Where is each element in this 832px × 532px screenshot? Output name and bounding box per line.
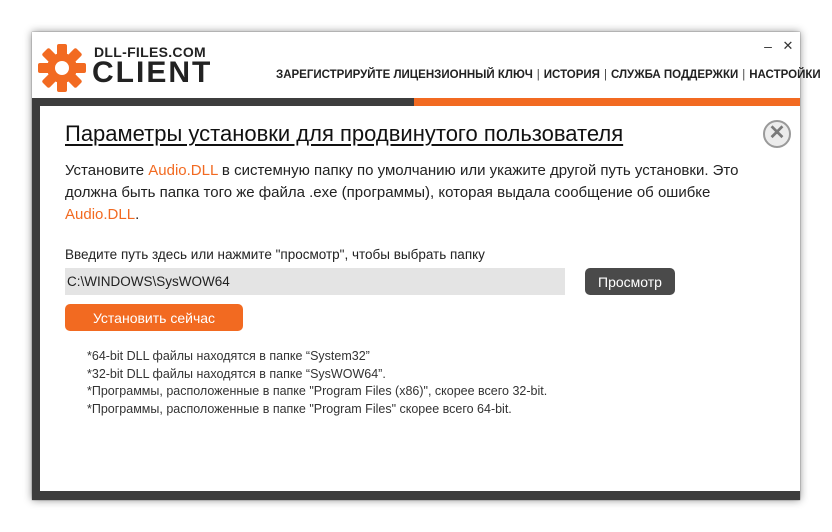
brand-title: CLIENT (92, 56, 213, 89)
install-notes: *64-bit DLL файлы находятся в папке “Sys… (87, 348, 547, 418)
path-label: Введите путь здесь или нажмите "просмотр… (65, 247, 485, 262)
nav-separator: | (742, 69, 746, 81)
dll-name-highlight: Audio.DLL (65, 206, 136, 223)
note-item: *Программы, расположенные в папке "Progr… (87, 401, 512, 416)
install-path-input[interactable] (65, 268, 565, 295)
dialog-close-button[interactable]: ✕ (763, 120, 791, 148)
browse-button[interactable]: Просмотр (585, 268, 675, 295)
nav-support[interactable]: СЛУЖБА ПОДДЕРЖКИ (611, 69, 738, 81)
nav-settings[interactable]: НАСТРОЙКИ (749, 69, 820, 81)
install-now-button[interactable]: Установить сейчас (65, 304, 243, 331)
nav-separator: | (603, 69, 607, 81)
advanced-install-dialog: ✕ Параметры установки для продвинутого п… (40, 106, 800, 491)
top-nav: ЗАРЕГИСТРИРУЙТЕ ЛИЦЕНЗИОННЫЙ КЛЮЧ | ИСТОРИ… (276, 69, 821, 81)
gear-logo-icon (38, 44, 86, 92)
description-text: . (135, 206, 140, 223)
nav-separator: | (536, 69, 540, 81)
nav-history[interactable]: ИСТОРИЯ (544, 69, 600, 81)
minimize-button[interactable]: – (760, 38, 776, 54)
description-text: Установите (65, 162, 149, 179)
note-item: *Программы, расположенные в папке "Progr… (87, 384, 548, 398)
dll-name-highlight: Audio.DLL (148, 162, 218, 179)
dialog-title: Параметры установки для продвинутого пол… (65, 121, 624, 146)
note-item: *64-bit DLL файлы находятся в папке “Sys… (87, 349, 370, 363)
app-window: DLL-FILES.COM CLIENT – ✕ ЗАРЕГИСТРИРУЙТЕ… (32, 32, 821, 500)
note-item: *32-bit DLL файлы находятся в папке “Sys… (87, 366, 386, 381)
dialog-description: Установите Audio.DLL в системную папку п… (65, 160, 765, 226)
window-close-button[interactable]: ✕ (780, 38, 796, 54)
nav-register-license[interactable]: ЗАРЕГИСТРИРУЙТЕ ЛИЦЕНЗИОННЫЙ КЛЮЧ (276, 69, 533, 81)
title-bar: DLL-FILES.COM CLIENT – ✕ ЗАРЕГИСТРИРУЙТЕ… (32, 32, 821, 98)
